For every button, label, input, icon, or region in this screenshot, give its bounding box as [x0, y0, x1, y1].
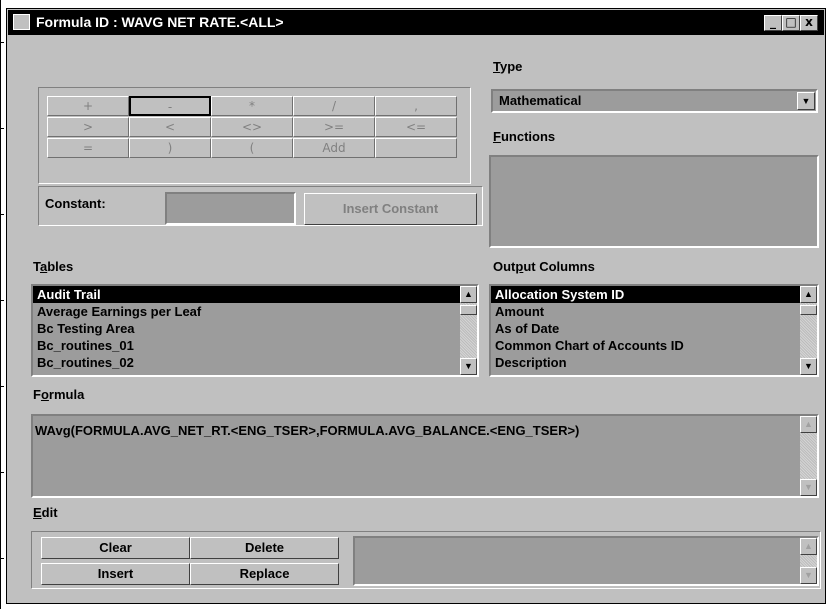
- functions-label: Functions: [493, 129, 556, 144]
- list-item[interactable]: Description: [491, 354, 800, 371]
- tables-label: Tables: [33, 259, 74, 274]
- operator-button[interactable]: >=: [293, 117, 375, 137]
- tables-list[interactable]: Audit Trail Average Earnings per Leaf Bc T…: [31, 284, 479, 377]
- scroll-down-icon[interactable]: ▼: [800, 567, 817, 584]
- operator-panel: + - * /, > < <> >= <= =)(Add: [38, 87, 471, 184]
- list-item[interactable]: Allocation System ID: [491, 286, 800, 303]
- operator-button[interactable]: =: [47, 138, 129, 158]
- operator-button[interactable]: ,: [375, 96, 457, 116]
- operator-button[interactable]: +: [47, 96, 129, 116]
- edit-label: Edit: [33, 505, 58, 520]
- tables-scrollbar[interactable]: ▲ ▼: [460, 286, 477, 375]
- minimize-button[interactable]: _: [764, 15, 782, 31]
- edge-tick: [0, 386, 4, 387]
- output-scrollbar[interactable]: ▲ ▼: [800, 286, 817, 375]
- operator-button[interactable]: /: [293, 96, 375, 116]
- edge-tick: [0, 214, 4, 215]
- constant-input[interactable]: [165, 192, 296, 225]
- formula-label: Formula: [33, 387, 85, 402]
- type-dropdown[interactable]: Mathematical ▼: [491, 89, 818, 113]
- list-item[interactable]: Audit Trail: [33, 286, 460, 303]
- constant-label: Constant:: [45, 196, 106, 211]
- scroll-down-icon[interactable]: ▼: [800, 358, 817, 375]
- replace-button[interactable]: Replace: [190, 563, 339, 585]
- operator-button[interactable]: <: [129, 117, 211, 137]
- close-button[interactable]: x: [800, 15, 818, 31]
- edge-tick: [0, 128, 4, 129]
- operator-button[interactable]: ): [129, 138, 211, 158]
- output-columns-list[interactable]: Allocation System ID Amount As of Date Comm…: [489, 284, 819, 377]
- operator-button[interactable]: [375, 138, 457, 158]
- scroll-thumb[interactable]: [460, 305, 477, 315]
- scroll-up-icon[interactable]: ▲: [800, 286, 817, 303]
- scroll-thumb[interactable]: [800, 305, 817, 315]
- operator-button[interactable]: *: [211, 96, 293, 116]
- operator-button[interactable]: Add: [293, 138, 375, 158]
- operator-button[interactable]: >: [47, 117, 129, 137]
- scroll-up-icon[interactable]: ▲: [800, 538, 817, 555]
- formula-scrollbar[interactable]: ▲ ▼: [800, 416, 817, 496]
- edge-tick: [0, 558, 4, 559]
- list-item[interactable]: Common Chart of Accounts ID: [491, 337, 800, 354]
- operator-button[interactable]: <>: [211, 117, 293, 137]
- edge-tick: [0, 300, 4, 301]
- list-item[interactable]: Bc Testing Area: [33, 320, 460, 337]
- operator-button[interactable]: -: [129, 96, 211, 116]
- delete-button[interactable]: Delete: [190, 537, 339, 559]
- edit-scrollbar[interactable]: ▲ ▼: [800, 538, 817, 584]
- scroll-up-icon[interactable]: ▲: [800, 416, 817, 433]
- operator-button[interactable]: (: [211, 138, 293, 158]
- formula-textarea[interactable]: WAvg(FORMULA.AVG_NET_RT.<ENG_TSER>,FORMU…: [31, 414, 819, 498]
- scroll-down-icon[interactable]: ▼: [460, 358, 477, 375]
- list-item[interactable]: Bc_routines_02: [33, 354, 460, 371]
- type-selected-value: Mathematical: [499, 93, 582, 108]
- list-item[interactable]: Amount: [491, 303, 800, 320]
- operator-button[interactable]: <=: [375, 117, 457, 137]
- dropdown-arrow-icon[interactable]: ▼: [797, 92, 815, 110]
- insert-button[interactable]: Insert: [41, 563, 190, 585]
- edge-tick: [0, 42, 4, 43]
- scroll-down-icon[interactable]: ▼: [800, 479, 817, 496]
- scroll-up-icon[interactable]: ▲: [460, 286, 477, 303]
- list-item[interactable]: Bc_routines_01: [33, 337, 460, 354]
- clear-button[interactable]: Clear: [41, 537, 190, 559]
- system-menu-icon[interactable]: [13, 14, 30, 30]
- output-columns-label: Output Columns: [493, 259, 595, 274]
- formula-text: WAvg(FORMULA.AVG_NET_RT.<ENG_TSER>,FORMU…: [35, 423, 580, 438]
- maximize-button[interactable]: □: [782, 15, 800, 31]
- list-item[interactable]: Average Earnings per Leaf: [33, 303, 460, 320]
- insert-constant-button[interactable]: Insert Constant: [304, 193, 477, 225]
- edit-textarea[interactable]: ▲ ▼: [353, 536, 819, 586]
- title-bar[interactable]: Formula ID : WAVG NET RATE.<ALL> _ □ x: [8, 10, 824, 35]
- edge-tick: [0, 472, 4, 473]
- list-item[interactable]: As of Date: [491, 320, 800, 337]
- type-label: Type: [493, 59, 523, 74]
- functions-list[interactable]: [489, 155, 819, 248]
- window-title: Formula ID : WAVG NET RATE.<ALL>: [36, 14, 284, 30]
